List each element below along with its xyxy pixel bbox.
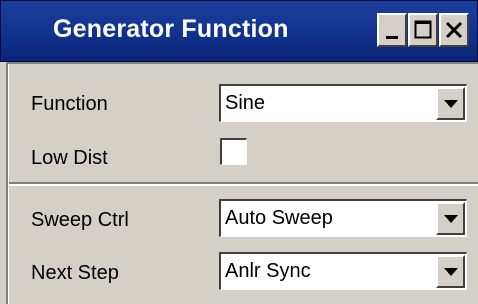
sweep-ctrl-label: Sweep Ctrl bbox=[31, 209, 129, 231]
panel-body: Function Sine Low Dist Sweep Ctrl Auto S… bbox=[8, 64, 478, 304]
function-label: Function bbox=[31, 93, 108, 115]
next-step-dropdown-button[interactable] bbox=[436, 255, 465, 288]
close-icon bbox=[445, 21, 463, 39]
function-combobox[interactable]: Sine bbox=[219, 84, 467, 122]
window-title: Generator Function bbox=[53, 15, 289, 43]
maximize-button[interactable] bbox=[408, 13, 438, 47]
function-dropdown-button[interactable] bbox=[436, 87, 465, 120]
function-value: Sine bbox=[225, 92, 266, 114]
sweep-ctrl-combobox[interactable]: Auto Sweep bbox=[219, 199, 467, 237]
next-step-combobox[interactable]: Anlr Sync bbox=[219, 252, 467, 290]
low-dist-label: Low Dist bbox=[31, 147, 108, 169]
minimize-button[interactable] bbox=[377, 13, 407, 47]
generator-function-window: Generator Function Function Sine Low Dis… bbox=[0, 0, 478, 304]
minimize-icon bbox=[386, 36, 398, 39]
sweep-ctrl-value: Auto Sweep bbox=[225, 207, 333, 229]
chevron-down-icon bbox=[444, 268, 458, 276]
sweep-ctrl-dropdown-button[interactable] bbox=[436, 202, 465, 235]
low-dist-checkbox[interactable] bbox=[220, 138, 247, 165]
chevron-down-icon bbox=[444, 100, 458, 108]
next-step-value: Anlr Sync bbox=[225, 260, 311, 282]
next-step-label: Next Step bbox=[31, 262, 119, 284]
maximize-icon bbox=[414, 20, 432, 39]
close-button[interactable] bbox=[439, 13, 469, 47]
settings-panel: Function Sine Low Dist Sweep Ctrl Auto S… bbox=[6, 62, 478, 304]
title-bar[interactable]: Generator Function bbox=[0, 0, 478, 62]
section-divider bbox=[9, 182, 478, 186]
chevron-down-icon bbox=[444, 215, 458, 223]
